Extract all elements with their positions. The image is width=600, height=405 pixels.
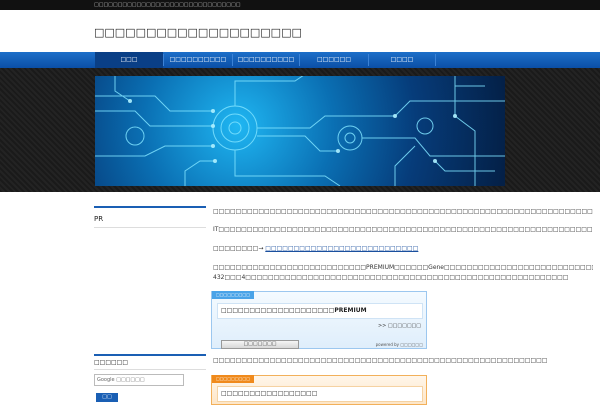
widget-detail-button[interactable]: □□□□□□□ [221,340,299,349]
nav-item-5[interactable]: □□□□ [369,52,435,68]
nav-item-4[interactable]: □□□□□□ [300,52,368,68]
product-widget: □□□□□□□□□ □□□□□□□□□□□□□□□□□□□□PREMIUM >>… [211,291,427,349]
intro-text: □□□□□□□□→ [213,245,266,252]
widget-more-link[interactable]: >> □□□□□□□ [378,323,421,329]
site-title[interactable]: □□□□□□□□□□□□□□□□□□□□ [94,26,302,39]
nav-divider [435,54,436,66]
sidebar-heading-search: □□□□□□ [94,354,206,370]
nav-item-3[interactable]: □□□□□□□□□□ [233,52,299,68]
body-paragraph: □□□□□□□□→ □□□□□□□□□□□□□□□□□□□□□□□□□□□ [213,245,593,252]
body-paragraph: □□□□□□□□□□□□□□□□□□□□□□□□□□□□□□□□□□□□□□□□… [213,357,548,364]
body-paragraph: □□□□□□□□□□□□□□□□□□□□□□□□□□□PREMIUM□□□□□□… [213,264,593,271]
hero-background [0,68,600,192]
sidebar-heading-pr: PR [94,206,206,228]
widget-title[interactable]: □□□□□□□□□□□□□□□□□□□□PREMIUM [217,303,423,319]
body-paragraph: IT□□□□□□□□□□□□□□□□□□□□□□□□□□□□□□□□□□□□□□… [213,226,593,233]
sidebar: PR [94,206,206,228]
widget-powered-by[interactable]: powered by □□□□□□ [376,342,423,347]
hero-circuit-image [95,76,505,186]
search-input[interactable]: Google □□□□□□ [94,374,184,386]
widget-tag: □□□□□□□□□ [212,291,255,299]
widget-tag: □□□□□□□□□ [212,375,255,383]
top-tagline: □□□□□□□□□□□□□□□□□□□□□□□□□□□□□□□ [0,0,600,10]
global-nav: □□□ □□□□□□□□□□ □□□□□□□□□□ □□□□□□ □□□□ [0,52,600,68]
nav-item-home[interactable]: □□□ [95,52,163,68]
body-paragraph: □□□□□□□□□□□□□□□□□□□□□□□□□□□□□□□□□□□□□□□□… [213,208,593,215]
article-link[interactable]: □□□□□□□□□□□□□□□□□□□□□□□□□□□ [265,245,418,252]
site-header: □□□□□□□□□□□□□□□□□□□□ [0,10,600,52]
body-paragraph: 432□□□4□□□□□□□□□□□□□□□□□□□□□□□□□□□□□□□□□… [213,274,569,281]
search-button[interactable]: □□ [96,393,118,402]
nav-item-2[interactable]: □□□□□□□□□□ [164,52,232,68]
product-widget-2: □□□□□□□□□ □□□□□□□□□□□□□□□□□ [211,375,427,405]
